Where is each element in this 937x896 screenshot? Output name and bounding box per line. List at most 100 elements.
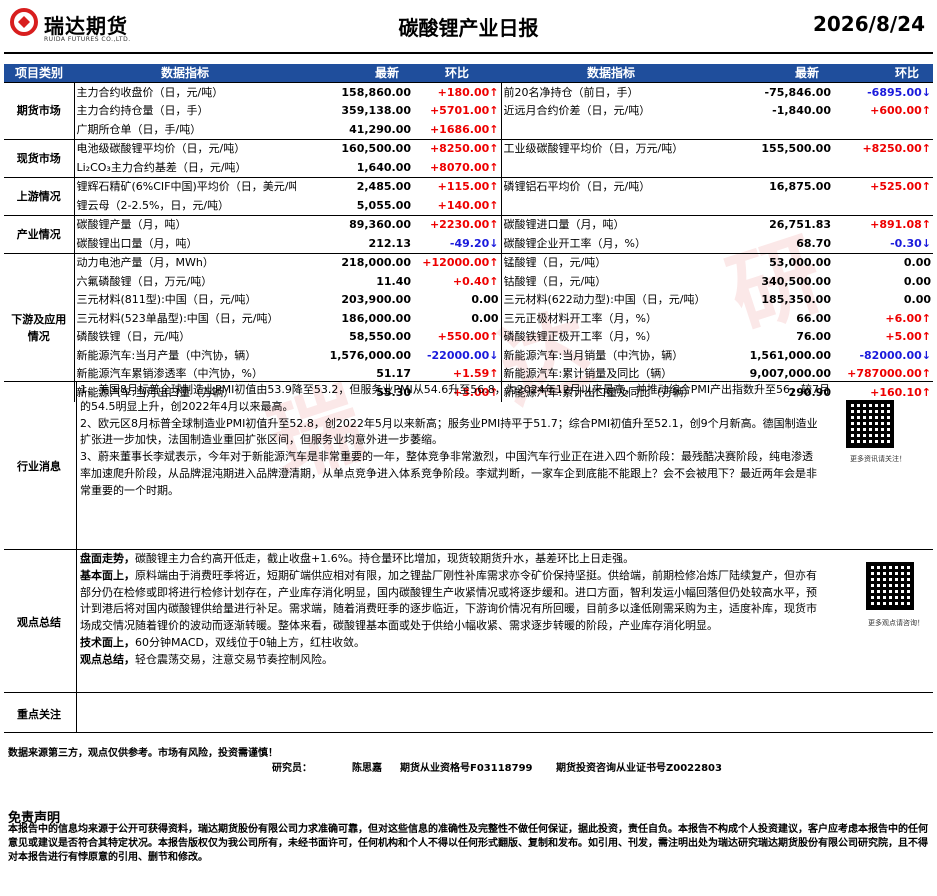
latest-right-cell: [721, 158, 833, 177]
latest-right-cell: [721, 196, 833, 215]
change-right-cell: 0.00: [903, 293, 931, 307]
indicator-left-cell: 三元材料(811型):中国（日，元/吨）: [76, 293, 257, 307]
researcher-name: 陈思嘉: [352, 763, 382, 774]
change-left-cell: +115.00↑: [413, 176, 501, 196]
category-cell: 下游及应用情况: [4, 252, 75, 402]
focus-divider: [76, 693, 77, 733]
category-cell: 期货市场: [4, 82, 75, 139]
views-p2: 基本面上，原料端由于消费旺季将近，短期矿端供应相对有限，加之锂盐厂刚性补库需求亦…: [80, 568, 817, 582]
table-row: 下游及应用情况 动力电池产量（月，MWh） 218,000.00 +12000.00↑…: [4, 252, 933, 402]
news-line: 2、欧元区8月标普全球制造业PMI初值升至52.8，创2022年5月以来新高；服…: [80, 416, 818, 430]
latest-right-cell: 1,561,000.00: [749, 348, 831, 362]
col-indicator-left: 数据指标: [74, 64, 296, 83]
indicator-left-cell: 碳酸锂出口量（月，吨）: [76, 236, 198, 250]
views-divider: [76, 550, 77, 693]
table-row: 产业情况 碳酸锂产量（月，吨） 89,360.00 +2230.00↑ 碳酸锂进口量（月…: [4, 214, 933, 253]
col-change-right: 环比: [833, 64, 933, 83]
news-line: 扩张进一步加快，法国制造业重回扩张区间，但服务业均意外进一步萎缩。: [80, 433, 443, 447]
header-divider: [4, 52, 933, 54]
change-right-cell: +6.00↑: [885, 311, 931, 325]
researcher-consult-cert: 期货投资咨询从业证书号Z0022803: [556, 763, 722, 774]
views-section: 观点总结 盘面走势，碳酸锂主力合约高开低走，截止收盘+1.6%。持仓量环比增加，…: [4, 549, 933, 693]
indicator-left-cell: 主力合约收盘价（日，元/吨）: [74, 82, 296, 102]
indicator-left-cell: 锂辉石精矿(6%CIF中国)平均价（日，美元/吨）: [74, 176, 296, 196]
change-left-cell: +1686.00↑: [429, 122, 499, 136]
report-header: 瑞达期货 RUIDA FUTURES CO.,LTD. 碳酸锂产业日报 2026…: [0, 0, 937, 56]
latest-left-cell: 218,000.00: [296, 252, 413, 272]
change-left-cell: -49.20↓: [449, 236, 499, 250]
indicator-left-cell: 电池级碳酸锂平均价（日，元/吨）: [74, 138, 296, 158]
indicator-left-cell: 六氟磷酸锂（日，万元/吨）: [76, 274, 213, 288]
change-right-cell: [833, 120, 933, 139]
table-header-row: 项目类别 数据指标 最新 环比 数据指标 最新 环比: [4, 64, 933, 83]
disclaimer-text: 本报告中的信息均来源于公开可获得资料，瑞达期货股份有限公司力求准确可靠，但对这些…: [8, 824, 928, 863]
news-line: 1、美国8月标普全球制造业PMI初值由53.9降至53.2，但服务业PMI从54…: [80, 383, 831, 396]
latest-right-cell: -75,846.00: [721, 82, 833, 102]
change-left-cell: +5701.00↑: [429, 104, 499, 118]
indicator-table: 项目类别 数据指标 最新 环比 数据指标 最新 环比 期货市场 主力合约收盘价（日…: [4, 64, 933, 402]
change-right-cell: +525.00↑: [833, 176, 933, 196]
table-row: 六氟磷酸锂（日，万元/吨） 11.40 +0.40↑ 钴酸锂（日，元/吨） 340,50…: [4, 272, 933, 291]
indicator-right-cell: [500, 120, 721, 139]
col-category: 项目类别: [4, 64, 74, 83]
latest-left-cell: 1,576,000.00: [329, 348, 411, 362]
latest-left-cell: 5,055.00: [356, 198, 411, 212]
table-row: 新能源汽车:当月产量（中汽协，辆） 1,576,000.00 -22000.00↓ 新…: [4, 346, 933, 365]
table-row: 三元材料(523单晶型):中国（日，元/吨） 186,000.00 0.00 三元正极…: [4, 309, 933, 328]
indicator-right-cell: 碳酸锂企业开工率（月，%）: [500, 234, 721, 253]
views-p2-line4: 场成交情况随着锂价的波动而逐渐转暖。整体来看，碳酸锂基本面或处于供给小幅收紧、需…: [80, 619, 718, 633]
latest-left-cell: 41,290.00: [349, 122, 411, 136]
latest-right-cell: 185,350.00: [761, 293, 831, 307]
indicator-right-cell: 锰酸锂（日，元/吨）: [500, 252, 721, 272]
indicator-left-cell: 锂云母（2-2.5%，日，元/吨）: [76, 198, 230, 212]
views-p2-line3: 计到港后将对国内碳酸锂供给量进行补足。需求端，随着消费旺季的逐步临近，下游询价情…: [80, 602, 817, 616]
news-line: 3、蔚来董事长李斌表示，今年对于新能源汽车是非常重要的一年，整体竞争非常激烈，中…: [80, 450, 813, 464]
news-line: 的54.5明显上升，创2022年4月以来最高。: [80, 399, 294, 413]
table-row: Li₂CO₃主力合约基差（日，元/吨） 1,640.00 +8070.00↑: [4, 158, 933, 177]
change-left-cell: +0.40↑: [452, 274, 499, 288]
change-left-cell: +8070.00↑: [429, 160, 499, 174]
latest-left-cell: 158,860.00: [296, 82, 413, 102]
news-line: 常重要的一个时期。: [80, 483, 179, 497]
col-latest-right: 最新: [721, 64, 833, 83]
change-right-cell: 0.00: [903, 274, 931, 288]
change-right-cell: +5.00↑: [885, 330, 931, 344]
table-row: 碳酸锂出口量（月，吨） 212.13 -49.20↓ 碳酸锂企业开工率（月，%） 68.…: [4, 234, 933, 253]
focus-label: 重点关注: [17, 708, 61, 721]
table-row: 锂云母（2-2.5%，日，元/吨） 5,055.00 +140.00↑: [4, 196, 933, 215]
change-right-cell: +600.00↑: [870, 104, 931, 118]
news-line: 率加速爬升阶段，从品牌混沌期进入品牌澄清期，从单点竞争进入体系竞争阶段。李斌判断…: [80, 466, 817, 480]
news-qr-code: [846, 400, 894, 448]
indicator-right-cell: 近远月合约价差（日，元/吨）: [500, 101, 721, 120]
news-divider: [76, 382, 77, 550]
latest-left-cell: 11.40: [376, 274, 411, 288]
latest-right-cell: [721, 120, 833, 139]
news-label: 行业消息: [17, 460, 61, 473]
indicator-left-cell: 主力合约持仓量（日，手）: [76, 104, 209, 118]
change-right-cell: 0.00: [833, 252, 933, 272]
change-right-cell: +8250.00↑: [833, 138, 933, 158]
table-row: 现货市场 电池级碳酸锂平均价（日，元/吨） 160,500.00 +8250.00↑ 工…: [4, 138, 933, 177]
indicator-right-cell: [500, 158, 721, 177]
category-cell: 现货市场: [4, 138, 75, 177]
change-left-cell: +12000.00↑: [413, 252, 501, 272]
indicator-right-cell: 新能源汽车:当月销量（中汽协，辆）: [500, 346, 721, 365]
views-p3: 技术面上，60分钟MACD，双线位于0轴上方，红柱收敛。: [80, 635, 365, 649]
change-left-cell: -22000.00↓: [426, 348, 499, 362]
change-left-cell: +8250.00↑: [413, 138, 501, 158]
col-latest-left: 最新: [296, 64, 413, 83]
table-row: 主力合约持仓量（日，手） 359,138.00 +5701.00↑ 近远月合约价差（日…: [4, 101, 933, 120]
latest-left-cell: 160,500.00: [296, 138, 413, 158]
views-p4: 观点总结，轻仓震荡交易，注意交易节奏控制风险。: [80, 652, 333, 666]
change-right-cell: [833, 158, 933, 177]
latest-left-cell: 89,360.00: [296, 214, 413, 234]
views-p2-line2: 部分仍在检修或即将进行检修计划存在，产业库存消化明显，国内碳酸锂生产收紧情况或将…: [80, 585, 817, 599]
col-change-left: 环比: [413, 64, 501, 83]
col-indicator-right: 数据指标: [501, 64, 721, 83]
indicator-left-cell: Li₂CO₃主力合约基差（日，元/吨）: [76, 160, 247, 174]
change-left-cell: +2230.00↑: [413, 214, 501, 234]
views-qr-code: [866, 562, 914, 610]
change-right-cell: [833, 196, 933, 215]
data-source-note: 数据来源第三方，观点仅供参考。市场有风险，投资需谨慎！: [8, 748, 278, 759]
latest-left-cell: 359,138.00: [341, 104, 411, 118]
